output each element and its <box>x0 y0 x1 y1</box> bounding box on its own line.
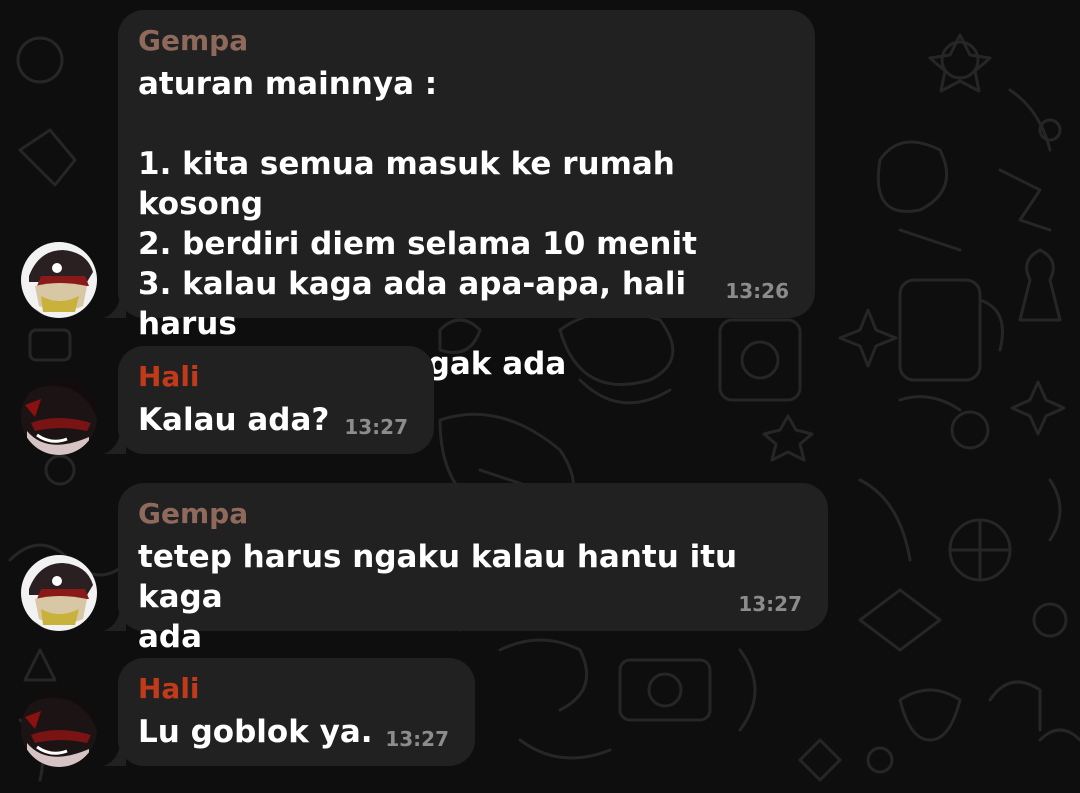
message-timestamp: 13:26 <box>725 279 789 303</box>
avatar-hali[interactable] <box>21 691 97 767</box>
message-text: aturan mainnya : 1. kita semua masuk ke … <box>138 66 697 382</box>
bubble-tail <box>104 609 126 631</box>
bubble-tail <box>104 744 126 766</box>
sender-name: Gempa <box>138 24 249 57</box>
message-text: tetep harus ngaku kalau hantu itu kaga a… <box>138 539 738 655</box>
message-bubble[interactable]: Gempa aturan mainnya : 1. kita semua mas… <box>104 10 815 382</box>
avatar-gempa[interactable] <box>21 242 97 318</box>
avatar-hali[interactable] <box>21 379 97 455</box>
avatar-gempa[interactable] <box>21 555 97 631</box>
message-timestamp: 13:27 <box>738 592 802 616</box>
message-bubble[interactable]: Hali Kalau ada? 13:27 <box>104 346 434 454</box>
sender-name: Gempa <box>138 497 249 530</box>
sender-name: Hali <box>138 360 200 393</box>
avatar-gempa-image <box>21 555 97 631</box>
bubble-tail <box>104 296 126 318</box>
message-bubble[interactable]: Gempa tetep harus ngaku kalau hantu itu … <box>104 483 828 655</box>
chat-message-list[interactable]: Gempa aturan mainnya : 1. kita semua mas… <box>0 0 1080 793</box>
avatar-hali-image <box>21 379 97 455</box>
sender-name: Hali <box>138 672 200 705</box>
message-timestamp: 13:27 <box>344 415 408 439</box>
avatar-hali-image <box>21 691 97 767</box>
bubble-tail <box>104 432 126 454</box>
avatar-gempa-image <box>21 242 97 318</box>
message-timestamp: 13:27 <box>385 727 449 751</box>
message-bubble[interactable]: Hali Lu goblok ya. 13:27 <box>104 658 475 766</box>
